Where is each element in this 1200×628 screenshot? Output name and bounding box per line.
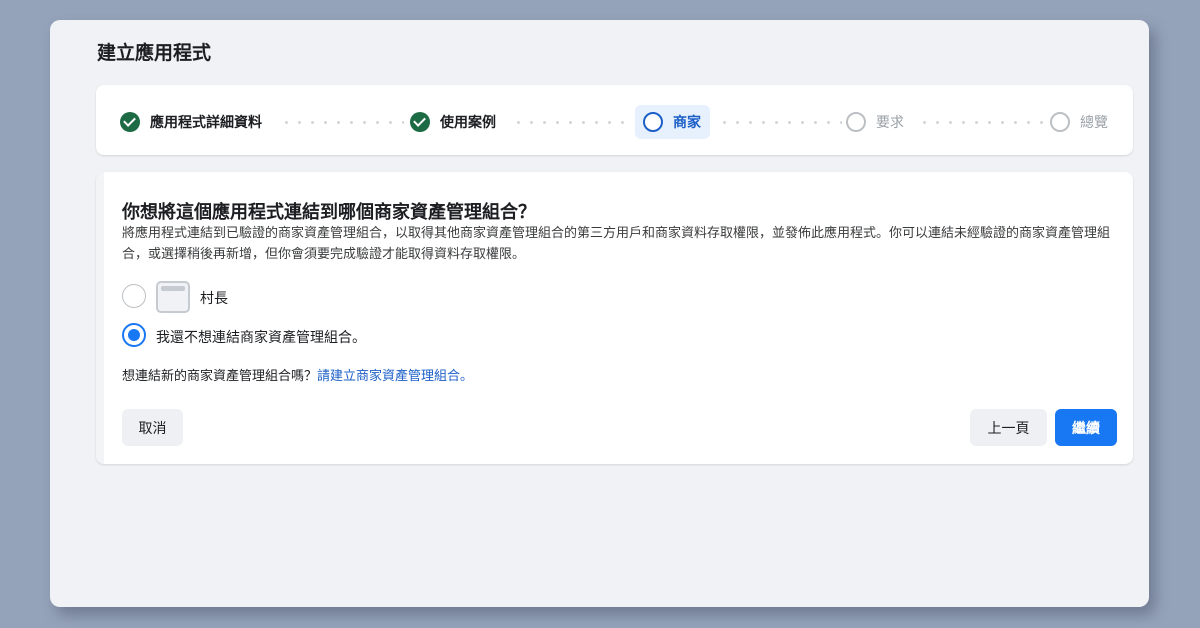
progress-stepper: 應用程式詳細資料 使用案例 商家 要求 總覽 (96, 85, 1133, 155)
create-portfolio-link[interactable]: 請建立商家資產管理組合。 (317, 369, 473, 384)
step-connector (280, 121, 404, 124)
create-portfolio-prompt: 想連結新的商家資產管理組合嗎？請建立商家資產管理組合。 (122, 365, 473, 384)
step-label: 要求 (876, 115, 904, 131)
link-prompt-text: 想連結新的商家資產管理組合嗎？ (122, 369, 318, 384)
step-label: 應用程式詳細資料 (150, 115, 262, 131)
page-title: 建立應用程式 (97, 42, 212, 64)
circle-outline-icon (846, 112, 866, 132)
business-selection-card: 你想將這個應用程式連結到哪個商家資產管理組合？ 將應用程式連結到已驗證的商家資產… (96, 172, 1133, 464)
check-circle-icon (120, 112, 140, 132)
step-label: 使用案例 (440, 115, 496, 131)
card-description: 將應用程式連結到已驗證的商家資產管理組合，以取得其他商家資產管理組合的第三方用戶… (122, 226, 1111, 262)
step-connector (918, 121, 1044, 124)
step-use-cases[interactable]: 使用案例 (410, 105, 496, 139)
step-connector (718, 121, 842, 124)
step-label: 商家 (673, 115, 701, 131)
step-business[interactable]: 商家 (635, 105, 710, 139)
circle-outline-icon (643, 112, 663, 132)
cancel-button[interactable]: 取消 (122, 409, 183, 446)
radio-no-portfolio[interactable] (122, 323, 146, 347)
step-requests: 要求 (846, 105, 904, 139)
circle-outline-icon (1050, 112, 1070, 132)
card-title: 你想將這個應用程式連結到哪個商家資產管理組合？ (122, 202, 536, 223)
step-label: 總覽 (1080, 115, 1108, 131)
option-label-no-portfolio[interactable]: 我還不想連結商家資產管理組合。 (156, 327, 366, 347)
step-connector (512, 121, 632, 124)
continue-button[interactable]: 繼續 (1055, 409, 1117, 446)
create-app-dialog: 建立應用程式 應用程式詳細資料 使用案例 商家 要求 總覽 你想將這個應用程式連… (50, 20, 1149, 607)
radio-business-portfolio[interactable] (122, 284, 146, 308)
step-overview: 總覽 (1050, 105, 1108, 139)
option-label-business[interactable]: 村長 (200, 288, 228, 308)
briefcase-icon (156, 281, 190, 313)
back-button[interactable]: 上一頁 (970, 409, 1047, 446)
check-circle-icon (410, 112, 430, 132)
step-app-details[interactable]: 應用程式詳細資料 (120, 105, 262, 139)
